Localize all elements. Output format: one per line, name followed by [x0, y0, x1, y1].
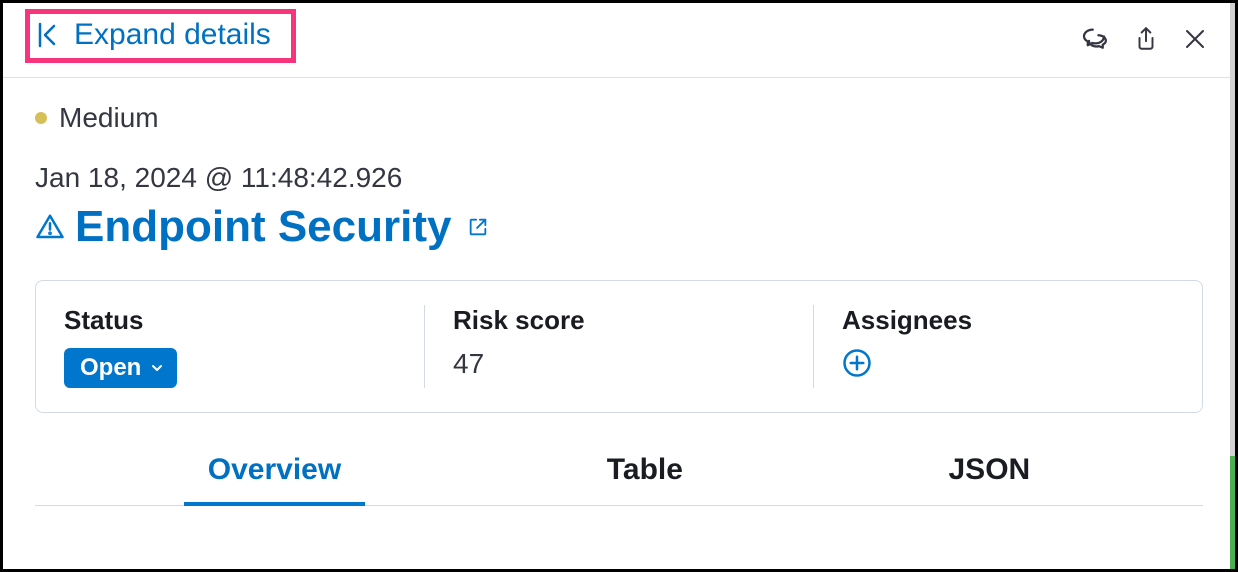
- chevron-down-icon: [149, 360, 165, 376]
- scrollbar[interactable]: [1230, 3, 1235, 569]
- severity-dot-icon: [35, 112, 47, 124]
- status-label: Status: [64, 305, 396, 336]
- info-card: Status Open Risk score 47 Assignees: [35, 280, 1203, 413]
- tabs: Overview Table JSON: [35, 437, 1203, 506]
- status-value: Open: [80, 354, 141, 382]
- tab-table[interactable]: Table: [583, 437, 707, 505]
- timestamp: Jan 18, 2024 @ 11:48:42.926: [35, 162, 1203, 194]
- collapse-left-icon: [38, 22, 60, 48]
- status-cell: Status Open: [36, 305, 425, 388]
- chat-icon[interactable]: [1079, 24, 1109, 54]
- expand-details-label: Expand details: [74, 18, 271, 52]
- title-row: Endpoint Security: [35, 202, 1203, 252]
- risk-score-value: 47: [453, 348, 785, 380]
- close-icon[interactable]: [1183, 27, 1207, 51]
- expand-details-button[interactable]: Expand details: [25, 9, 296, 63]
- severity-label: Medium: [59, 102, 159, 134]
- assignees-cell: Assignees: [814, 305, 1202, 388]
- alert-title[interactable]: Endpoint Security: [75, 202, 451, 252]
- external-link-icon[interactable]: [467, 216, 489, 238]
- add-assignee-button[interactable]: [842, 348, 872, 378]
- risk-score-cell: Risk score 47: [425, 305, 814, 388]
- status-dropdown[interactable]: Open: [64, 348, 177, 388]
- risk-score-label: Risk score: [453, 305, 785, 336]
- share-icon[interactable]: [1133, 25, 1159, 53]
- warning-icon: [35, 212, 65, 242]
- severity-row: Medium: [35, 102, 1203, 134]
- panel-content: Medium Jan 18, 2024 @ 11:48:42.926 Endpo…: [3, 78, 1235, 506]
- tab-json[interactable]: JSON: [925, 437, 1055, 505]
- tab-overview[interactable]: Overview: [184, 437, 365, 505]
- assignees-label: Assignees: [842, 305, 1174, 336]
- header-actions: [1079, 24, 1207, 54]
- panel-header: Expand details: [3, 3, 1235, 78]
